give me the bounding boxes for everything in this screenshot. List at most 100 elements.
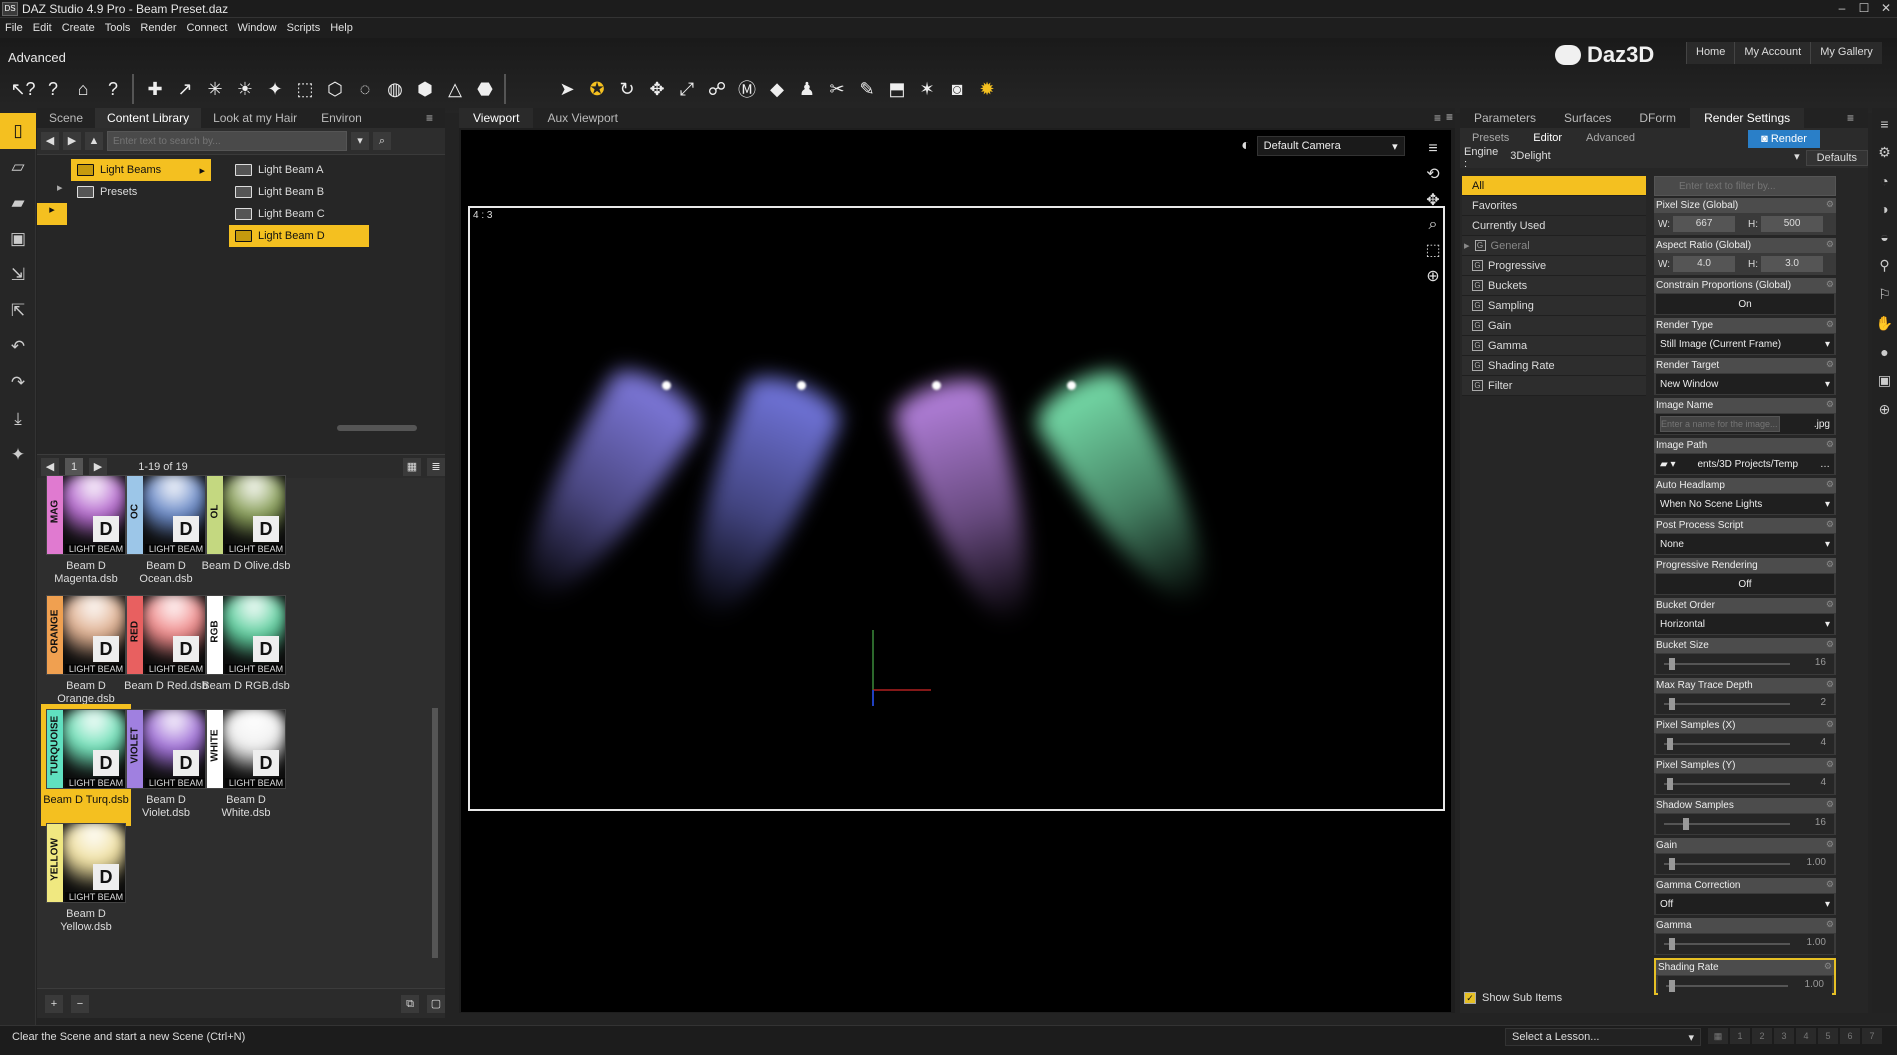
zoom-icon[interactable]: ⌕ (1429, 216, 1438, 234)
gear-icon[interactable]: ⚙ (1826, 759, 1834, 770)
translate-tool-icon[interactable]: ✥ (642, 74, 672, 104)
spot-render-icon[interactable]: ⬒ (882, 74, 912, 104)
width-field[interactable]: 4.0 (1673, 256, 1736, 272)
viewport-canvas[interactable]: 4 : 3 ◐ Default Camera ▾ ≡ ⟲ ✥ ⌕ ⬚ ⊕ (461, 130, 1451, 1012)
null-icon[interactable]: ⬣ (470, 74, 500, 104)
lesson-step[interactable]: 7 (1862, 1028, 1882, 1044)
category-currently-used[interactable]: Currently Used (1462, 216, 1646, 236)
panel-menu-icon[interactable]: ≡ (1446, 110, 1453, 124)
grid-view-icon[interactable]: ▦ (403, 457, 421, 476)
lesson-step[interactable]: 4 (1796, 1028, 1816, 1044)
folder-item[interactable]: Light Beam C (229, 203, 369, 225)
menu-scripts[interactable]: Scripts (282, 22, 326, 34)
gear-icon[interactable]: ⚙ (1826, 279, 1834, 290)
engine-dropdown[interactable]: 3Delight ▾ (1510, 150, 1799, 166)
category-gain[interactable]: G Gain (1462, 316, 1646, 336)
up-icon[interactable]: ▲ (85, 132, 103, 150)
tab-render-settings[interactable]: Render Settings (1690, 108, 1805, 128)
property-slider[interactable]: 4 (1656, 734, 1834, 754)
reset-view-icon[interactable]: ⊕ (1426, 266, 1439, 286)
property-slider[interactable]: 1.00 (1656, 854, 1834, 874)
slider-knob[interactable] (1668, 858, 1675, 870)
tool-icon[interactable]: ✋ (1876, 315, 1893, 332)
top-link-my-gallery[interactable]: My Gallery (1810, 42, 1882, 64)
property-slider[interactable]: 1.00 (1658, 976, 1832, 996)
tool-icon[interactable]: ◒ (1880, 229, 1888, 245)
property-slider[interactable]: 16 (1656, 654, 1834, 674)
property-slider[interactable]: 4 (1656, 774, 1834, 794)
gear-icon[interactable]: ⚙ (1826, 439, 1834, 450)
library-item[interactable]: MAG D LIGHT BEAM Beam D Magenta.dsb (41, 470, 131, 592)
forward-icon[interactable]: ▶ (63, 132, 81, 150)
defaults-button[interactable]: Defaults (1805, 150, 1868, 166)
figure-icon[interactable]: ♟ (792, 74, 822, 104)
menu-render[interactable]: Render (135, 22, 181, 34)
library-item[interactable]: YELLOW D LIGHT BEAM Beam D Yellow.dsb (41, 818, 131, 940)
draw-style-icon[interactable]: ◐ (1241, 137, 1251, 155)
whats-this-icon[interactable]: ↖? (8, 74, 38, 104)
property-dropdown[interactable]: New Window ▾ (1656, 374, 1834, 394)
render-settings-icon[interactable]: ✹ (972, 74, 1002, 104)
copy-icon[interactable]: ⧉ (401, 994, 419, 1013)
lesson-step[interactable]: 3 (1774, 1028, 1794, 1044)
layout-label[interactable]: Advanced (8, 50, 66, 65)
menu-window[interactable]: Window (232, 22, 281, 34)
tab-look-at-my-hair[interactable]: Look at my Hair (201, 108, 309, 128)
menu-file[interactable]: File (0, 22, 28, 34)
height-field[interactable]: 3.0 (1761, 256, 1824, 272)
lesson-dropdown[interactable]: Select a Lesson... ▾ (1505, 1028, 1701, 1046)
category-favorites[interactable]: Favorites (1462, 196, 1646, 216)
gear-icon[interactable]: ⚙ (1826, 399, 1834, 410)
camera-icon[interactable]: ◙ (942, 74, 972, 104)
open-icon[interactable]: ▱ (0, 149, 36, 185)
undo-icon[interactable]: ↶ (0, 329, 36, 365)
edit-icon[interactable]: ✎ (852, 74, 882, 104)
tab-parameters[interactable]: Parameters (1460, 108, 1550, 128)
category-all[interactable]: All (1462, 176, 1646, 196)
lesson-step[interactable]: 1 (1730, 1028, 1750, 1044)
subtab-presets[interactable]: Presets (1460, 132, 1521, 144)
slider-knob[interactable] (1666, 778, 1673, 790)
cone-icon[interactable]: △ (440, 74, 470, 104)
tab-dform[interactable]: DForm (1625, 108, 1690, 128)
gear-icon[interactable]: ⚙ (1826, 239, 1834, 250)
lesson-step[interactable]: 5 (1818, 1028, 1838, 1044)
tab-aux-viewport[interactable]: Aux Viewport (533, 108, 631, 128)
close-icon[interactable]: ✕ (1875, 0, 1897, 18)
distant-light-icon[interactable]: ☀ (230, 74, 260, 104)
subtab-advanced[interactable]: Advanced (1574, 132, 1647, 144)
fit-to-icon[interactable]: ✦ (0, 437, 36, 473)
sphere-icon[interactable]: ◍ (380, 74, 410, 104)
library-item[interactable]: RGB D LIGHT BEAM Beam D RGB.dsb (201, 590, 291, 712)
home-icon[interactable]: ⌂ (68, 74, 98, 104)
panel-menu-icon[interactable]: ≡ (1833, 108, 1868, 128)
library-item[interactable]: OL D LIGHT BEAM Beam D Olive.dsb (201, 470, 291, 592)
menu-edit[interactable]: Edit (28, 22, 57, 34)
tab-environ[interactable]: Environ (309, 108, 374, 128)
show-sub-items[interactable]: ✓ Show Sub Items (1464, 992, 1562, 1004)
lesson-step[interactable]: 2 (1752, 1028, 1772, 1044)
camera-create-icon[interactable]: ⬚ (290, 74, 320, 104)
search-icon[interactable]: ⌕ (373, 132, 391, 150)
tab-scene[interactable]: Scene (37, 108, 95, 128)
category-filter[interactable]: G Filter (1462, 376, 1646, 396)
tab-surfaces[interactable]: Surfaces (1550, 108, 1625, 128)
folder-item[interactable]: Light Beam B (229, 181, 369, 203)
slider-knob[interactable] (1666, 738, 1673, 750)
category-shading-rate[interactable]: G Shading Rate (1462, 356, 1646, 376)
new-scene-icon[interactable]: ▯ (0, 113, 36, 149)
merge-icon[interactable]: ▰ (0, 185, 36, 221)
height-field[interactable]: 500 (1761, 216, 1824, 232)
spotlight-icon[interactable]: ↗ (170, 74, 200, 104)
grid-scrollbar[interactable] (432, 708, 438, 958)
menu-connect[interactable]: Connect (182, 22, 233, 34)
frame-icon[interactable]: ⬚ (1425, 240, 1440, 260)
geometry-icon[interactable]: ✂ (822, 74, 852, 104)
property-dropdown[interactable]: None ▾ (1656, 534, 1834, 554)
tool-icon[interactable]: ▣ (1878, 372, 1891, 389)
property-dropdown[interactable]: Still Image (Current Frame) ▾ (1656, 334, 1834, 354)
joint-editor-icon[interactable]: ☍ (702, 74, 732, 104)
extension-dropdown[interactable]: .jpg (1814, 419, 1830, 430)
pan-icon[interactable]: ✥ (1426, 190, 1439, 210)
gear-icon[interactable]: ⚙ (1826, 719, 1834, 730)
